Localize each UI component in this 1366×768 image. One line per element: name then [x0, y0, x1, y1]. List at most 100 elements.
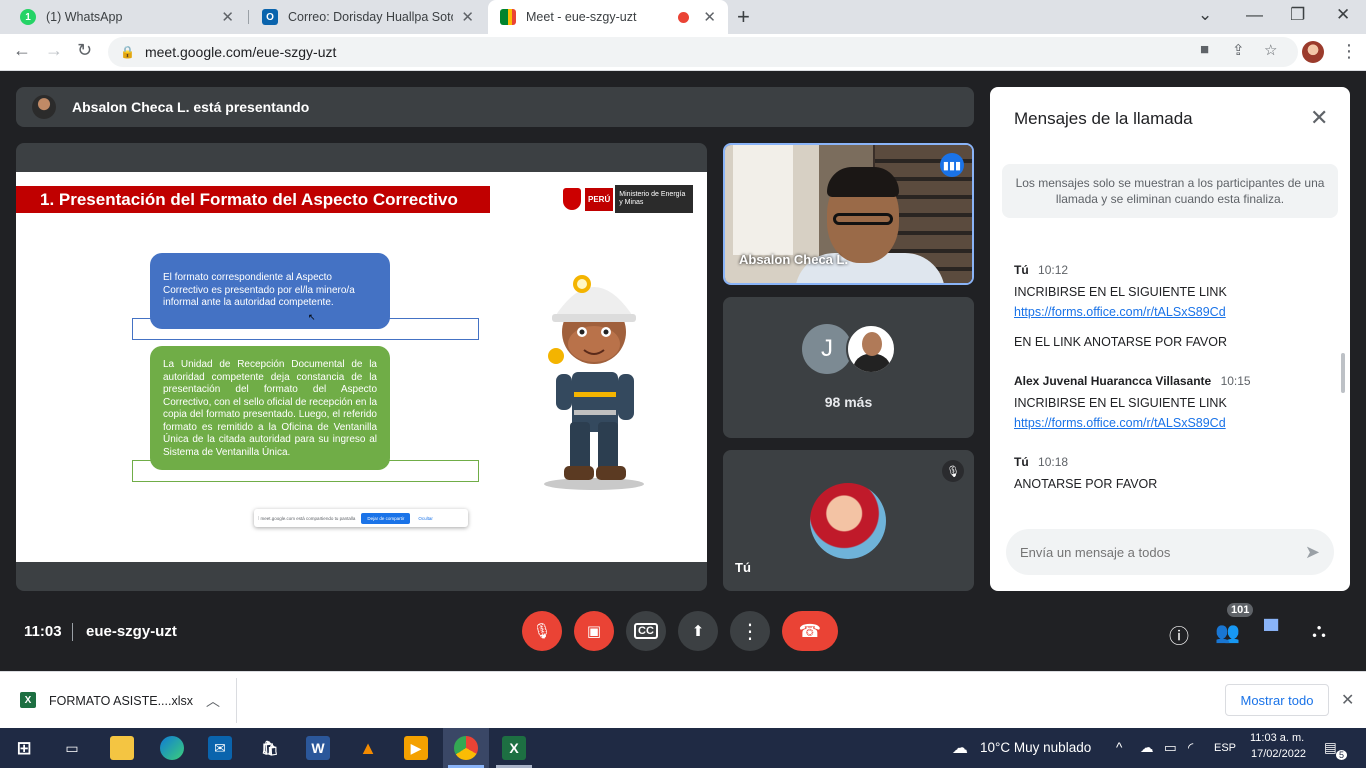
language-indicator[interactable]: ESP [1214, 742, 1236, 754]
weather-text[interactable]: 10°C Muy nublado [980, 740, 1091, 755]
notifications-icon[interactable]: ▤ [1324, 740, 1337, 756]
participant-avatar-photo [846, 324, 896, 374]
present-icon: ⬆ [691, 623, 705, 640]
more-participants-label: 98 más [824, 394, 873, 410]
battery-icon[interactable]: ▭ [1164, 740, 1177, 756]
show-all-button[interactable]: Mostrar todo [1225, 684, 1329, 716]
captions-button[interactable]: CC [626, 611, 666, 651]
presentation-stage[interactable]: 1. Presentación del Formato del Aspecto … [16, 143, 707, 591]
hide-button[interactable]: Ocultar [418, 516, 433, 521]
window-close-icon[interactable]: ✕ [1336, 5, 1350, 25]
info-icon[interactable]: ⓘ [1169, 620, 1189, 649]
outlook-favicon-icon: O [262, 9, 278, 25]
recording-icon [678, 11, 690, 23]
close-icon[interactable]: ✕ [703, 8, 716, 26]
chat-input-box[interactable]: ➤ [1006, 529, 1334, 575]
camera-off-button[interactable]: ▣ [574, 611, 614, 651]
bookmark-star-icon[interactable]: ☆ [1264, 41, 1277, 59]
hang-up-icon: ☎ [798, 620, 822, 641]
mail-icon[interactable]: ✉ [208, 736, 232, 760]
tab-whatsapp[interactable]: 1 (1) WhatsApp ✕ [8, 0, 246, 34]
minimize-icon[interactable]: — [1246, 5, 1263, 25]
download-filename[interactable]: FORMATO ASISTE....xlsx [49, 694, 193, 708]
excel-icon[interactable]: X [502, 736, 526, 760]
chevron-up-icon[interactable]: ^ [1116, 740, 1122, 755]
file-explorer-icon[interactable] [110, 736, 134, 760]
mic-off-button[interactable]: 🎙 [522, 611, 562, 651]
chrome-icon[interactable] [454, 736, 478, 760]
screen-share-notice: ⁞ meet.google.com está compartiendo tu p… [254, 509, 468, 527]
shared-slide: 1. Presentación del Formato del Aspecto … [16, 172, 707, 562]
chat-message-input[interactable] [1020, 544, 1305, 560]
chat-panel: Mensajes de la llamada ✕ Los mensajes so… [990, 87, 1350, 591]
participant-tile-others[interactable]: J 98 más [723, 297, 974, 438]
chat-scrollbar[interactable] [1341, 353, 1345, 393]
clock-date[interactable]: 17/02/2022 [1251, 748, 1306, 760]
more-options-button[interactable]: ⋮ [730, 611, 770, 651]
mic-off-icon: 🎙 [942, 460, 964, 482]
whatsapp-favicon-icon: 1 [20, 9, 36, 25]
chevron-up-icon[interactable]: ︿ [206, 691, 220, 711]
message-text: ANOTARSE POR FAVOR [1014, 477, 1158, 491]
media-player-icon[interactable]: ▶ [404, 736, 428, 760]
close-icon[interactable]: ✕ [1341, 690, 1354, 710]
message-time: 10:18 [1038, 455, 1069, 469]
tab-outlook[interactable]: O Correo: Dorisday Huallpa Soto - C ✕ [250, 0, 486, 34]
stop-sharing-button[interactable]: Dejar de compartir [361, 512, 411, 524]
wifi-icon[interactable]: ◜ [1188, 740, 1193, 756]
word-icon[interactable]: W [306, 736, 330, 760]
meeting-code: eue-szgy-uzt [86, 623, 177, 640]
url-text: meet.google.com/eue-szgy-uzt [144, 44, 337, 60]
task-view-icon[interactable]: ▭ [60, 736, 84, 760]
kebab-menu-icon: ⋮ [740, 620, 760, 643]
close-icon[interactable]: ✕ [1310, 105, 1328, 131]
share-icon[interactable]: ⇪ [1232, 41, 1245, 59]
camera-icon[interactable]: ■ [1200, 41, 1209, 58]
browser-tab-bar: 1 (1) WhatsApp ✕ O Correo: Dorisday Hual… [0, 0, 1366, 34]
onedrive-icon[interactable]: ☁ [1140, 740, 1154, 756]
camera-off-icon: ▣ [586, 623, 602, 640]
clock-time[interactable]: 11:03 a. m. [1250, 732, 1304, 744]
message-link[interactable]: https://forms.office.com/r/tALSxS89Cd [1014, 302, 1326, 322]
close-icon[interactable]: ✕ [221, 8, 234, 26]
tab-search-icon[interactable]: ⌄ [1198, 5, 1212, 25]
meet-favicon-icon [500, 9, 516, 25]
presenter-banner: Absalon Checa L. está presentando [16, 87, 974, 127]
logo-ministry-text: Ministerio de Energía y Minas [615, 185, 693, 213]
address-bar[interactable]: 🔒 meet.google.com/eue-szgy-uzt [108, 37, 1298, 67]
message-sender: Tú [1014, 455, 1029, 469]
vlc-icon[interactable]: ▲ [356, 736, 380, 760]
tab-label: (1) WhatsApp [46, 10, 123, 24]
kebab-menu-icon[interactable]: ⋮ [1340, 41, 1358, 62]
present-now-button[interactable]: ⬆ [678, 611, 718, 651]
close-icon[interactable]: ✕ [461, 8, 474, 26]
participant-tile-presenter[interactable]: ▮▮▮ Absalon Checa L. [723, 143, 974, 285]
reload-icon[interactable]: ↻ [77, 40, 92, 61]
profile-avatar[interactable] [1302, 41, 1324, 63]
store-icon[interactable]: 🛍 [258, 736, 282, 760]
avatar-suit [853, 354, 891, 372]
message-link[interactable]: https://forms.office.com/r/tALSxS89Cd [1014, 413, 1326, 433]
notifications-count: 5 [1336, 750, 1348, 760]
chat-messages: Tú 10:12 INCRIBIRSE EN EL SIGUIENTE LINK… [1014, 263, 1326, 514]
tab-meet[interactable]: Meet - eue-szgy-uzt ✕ [488, 0, 728, 34]
slide-box-green: La Unidad de Recepción Documental de la … [150, 346, 390, 470]
forward-icon[interactable]: → [45, 40, 63, 61]
drag-handle-icon[interactable]: ⁞ [258, 516, 259, 521]
new-tab-icon[interactable]: + [737, 4, 750, 30]
send-icon[interactable]: ➤ [1305, 542, 1320, 563]
people-icon[interactable]: 👥 [1215, 620, 1240, 645]
logo-peru-text: PERÚ [585, 187, 614, 211]
restore-icon[interactable]: ❐ [1290, 5, 1305, 25]
leave-call-button[interactable]: ☎ [782, 611, 838, 651]
message-text: INCRIBIRSE EN EL SIGUIENTE LINK [1014, 285, 1227, 299]
chat-icon[interactable]: ▀ [1264, 620, 1278, 643]
edge-icon[interactable] [160, 736, 184, 760]
message-time: 10:12 [1038, 263, 1069, 277]
participant-tile-self[interactable]: 🎙 Tú [723, 450, 974, 591]
tab-label: Meet - eue-szgy-uzt [526, 10, 637, 24]
windows-start-icon[interactable]: ⊞ [12, 736, 36, 760]
activities-icon[interactable]: ⛬ [1312, 620, 1326, 643]
back-icon[interactable]: ← [13, 40, 31, 61]
divider [72, 623, 73, 641]
